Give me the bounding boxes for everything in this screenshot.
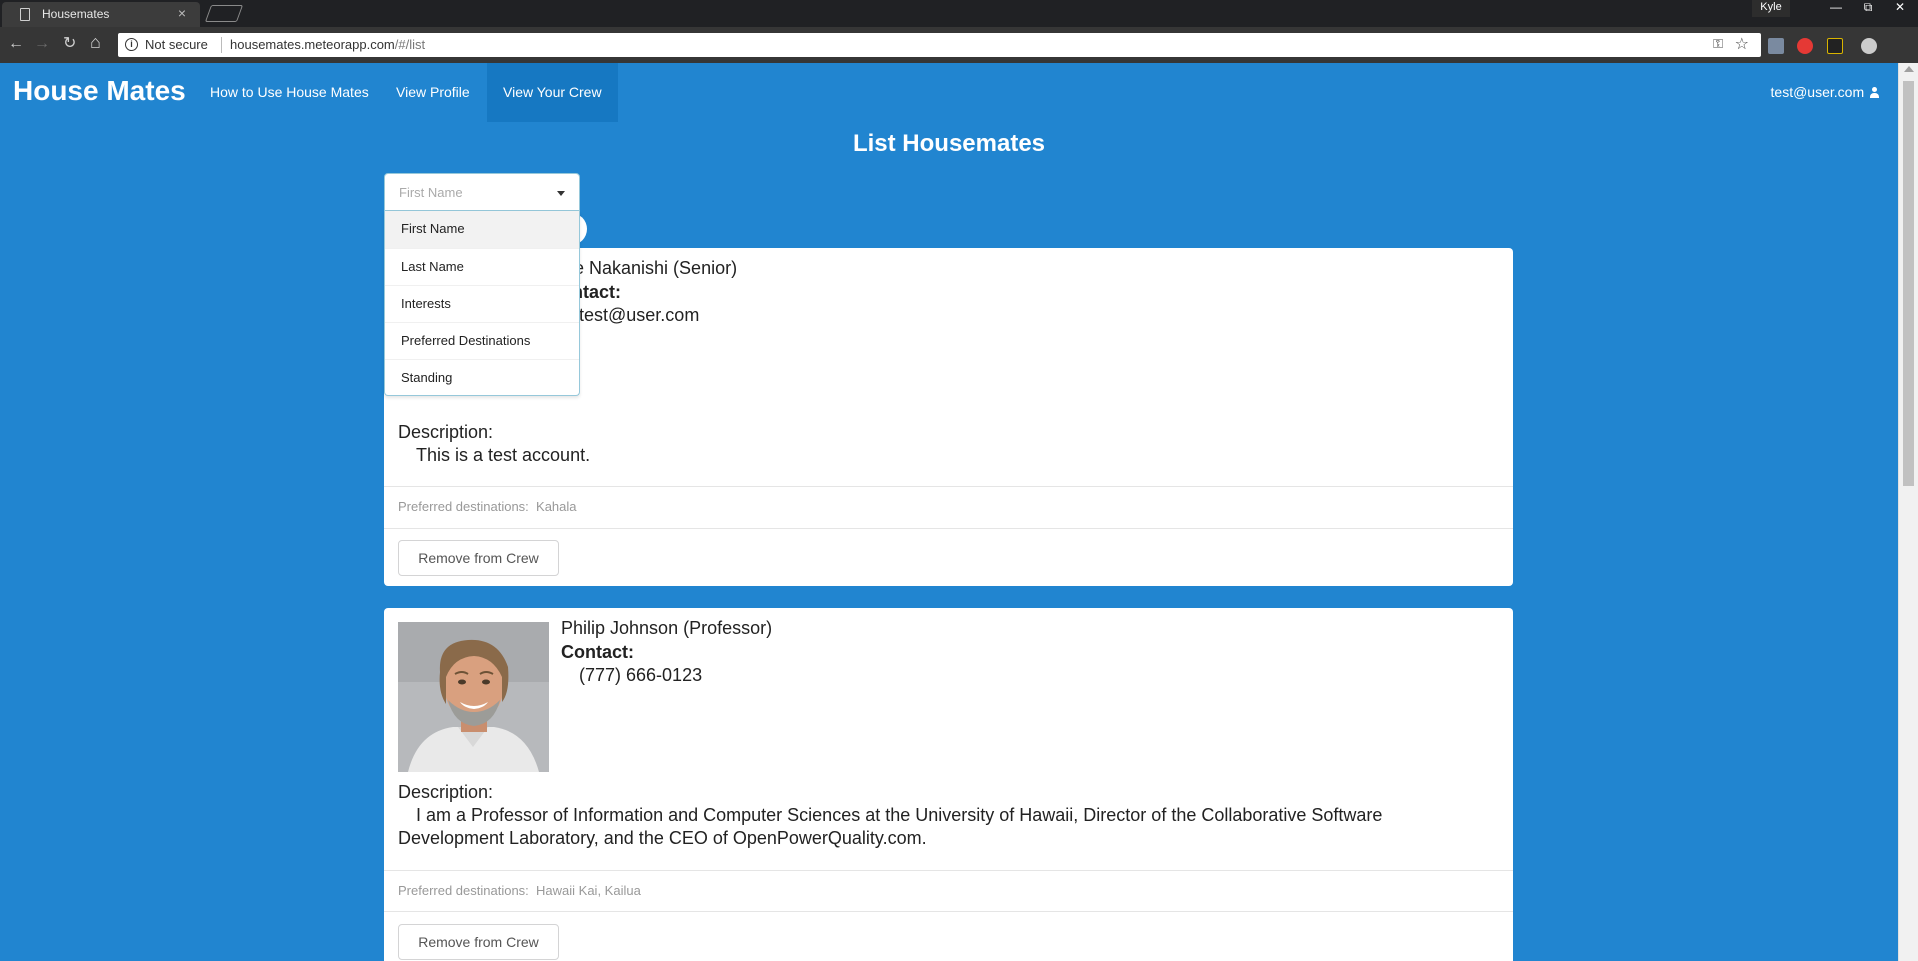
nav-view-profile[interactable]: View Profile bbox=[380, 63, 486, 122]
divider bbox=[384, 870, 1513, 871]
housemate-name: yle Nakanishi (Senior) bbox=[561, 258, 738, 278]
filter-option-interests[interactable]: Interests bbox=[385, 285, 579, 322]
destinations-label: Preferred destinations: bbox=[398, 499, 529, 514]
back-icon[interactable]: ← bbox=[8, 35, 24, 53]
extension-icon[interactable] bbox=[1797, 38, 1813, 54]
extension-icon[interactable] bbox=[1827, 38, 1843, 54]
description-label: Description: bbox=[398, 422, 494, 442]
tab-title: Housemates bbox=[42, 7, 110, 21]
page-scrollbar[interactable] bbox=[1898, 63, 1918, 961]
description-text: I am a Professor of Information and Comp… bbox=[398, 805, 1383, 848]
extension-icon[interactable] bbox=[1768, 38, 1784, 54]
remove-from-crew-button[interactable]: Remove from Crew bbox=[398, 540, 559, 576]
brand-logo[interactable]: House Mates bbox=[13, 75, 186, 107]
user-email: test@user.com bbox=[1770, 84, 1865, 100]
preferred-destinations: Preferred destinations: Hawaii Kai, Kail… bbox=[398, 883, 641, 898]
minimize-icon[interactable]: — bbox=[1824, 0, 1848, 17]
browser-toolbar: ← → ↻ ⌂ i Not secure housemates.meteorap… bbox=[0, 27, 1918, 63]
url-path: /#/list bbox=[394, 37, 426, 52]
nav-view-your-crew[interactable]: View Your Crew bbox=[487, 63, 618, 122]
description-label: Description: bbox=[398, 782, 494, 802]
url-text: housemates.meteorapp.com/#/list bbox=[230, 37, 425, 52]
preferred-destinations: Preferred destinations: Kahala bbox=[398, 499, 577, 514]
filter-option-standing[interactable]: Standing bbox=[385, 359, 579, 396]
tab-close-icon[interactable]: × bbox=[178, 5, 186, 21]
page-title: List Housemates bbox=[852, 130, 1046, 157]
profile-button[interactable]: Kyle bbox=[1752, 0, 1790, 17]
page: House Mates How to Use House Mates View … bbox=[0, 63, 1898, 961]
profile-photo bbox=[398, 622, 549, 772]
remove-from-crew-button[interactable]: Remove from Crew bbox=[398, 924, 559, 960]
window-close-icon[interactable]: ✕ bbox=[1888, 0, 1912, 17]
browser-tab[interactable]: Housemates × bbox=[2, 2, 200, 27]
browser-tab-bar: Housemates × Kyle — ⧉ ✕ bbox=[0, 0, 1918, 27]
divider bbox=[384, 911, 1513, 912]
avatar bbox=[398, 622, 549, 772]
scrollbar-thumb[interactable] bbox=[1903, 81, 1914, 486]
destinations-value: Kahala bbox=[536, 499, 577, 514]
filter-option-last-name[interactable]: Last Name bbox=[385, 248, 579, 285]
extension-icon[interactable] bbox=[1861, 38, 1877, 54]
filter-menu: First Name Last Name Interests Preferred… bbox=[384, 211, 580, 396]
filter-option-preferred-destinations[interactable]: Preferred Destinations bbox=[385, 322, 579, 359]
forward-icon[interactable]: → bbox=[34, 35, 50, 53]
contact-label: Contact: bbox=[561, 642, 634, 662]
restore-icon[interactable]: ⧉ bbox=[1856, 0, 1880, 17]
new-tab-button[interactable] bbox=[204, 5, 244, 22]
caret-down-icon bbox=[557, 191, 565, 196]
housemate-name: Philip Johnson (Professor) bbox=[561, 618, 773, 638]
bookmark-star-icon[interactable]: ☆ bbox=[1735, 34, 1749, 54]
url-domain: housemates.meteorapp.com bbox=[230, 37, 395, 52]
description-text: This is a test account. bbox=[416, 445, 591, 465]
destinations-value: Hawaii Kai, Kailua bbox=[536, 883, 641, 898]
divider bbox=[221, 37, 222, 53]
reload-icon[interactable]: ↻ bbox=[63, 35, 76, 53]
page-icon bbox=[20, 8, 30, 21]
divider bbox=[384, 528, 1513, 529]
filter-placeholder: First Name bbox=[399, 185, 463, 200]
scroll-up-arrow-icon[interactable] bbox=[1904, 66, 1914, 72]
contact-value: (777) 666-0123 bbox=[579, 665, 703, 685]
home-icon[interactable]: ⌂ bbox=[90, 33, 101, 51]
info-icon[interactable]: i bbox=[125, 38, 138, 51]
contact-value: test@user.com bbox=[579, 305, 700, 325]
filter-option-first-name[interactable]: First Name bbox=[385, 211, 579, 248]
housemate-card: Philip Johnson (Professor) Contact: (777… bbox=[384, 608, 1513, 961]
divider bbox=[384, 486, 1513, 487]
security-label: Not secure bbox=[145, 37, 208, 52]
user-icon bbox=[1870, 87, 1880, 98]
address-bar[interactable]: i Not secure housemates.meteorapp.com/#/… bbox=[118, 33, 1761, 57]
filter-dropdown[interactable]: First Name bbox=[384, 173, 580, 211]
top-navbar: House Mates How to Use House Mates View … bbox=[0, 63, 1898, 122]
user-menu[interactable]: test@user.com bbox=[1771, 84, 1880, 100]
key-icon[interactable]: ⚿ bbox=[1713, 36, 1723, 52]
destinations-label: Preferred destinations: bbox=[398, 883, 529, 898]
nav-how-to-use[interactable]: How to Use House Mates bbox=[194, 63, 385, 122]
